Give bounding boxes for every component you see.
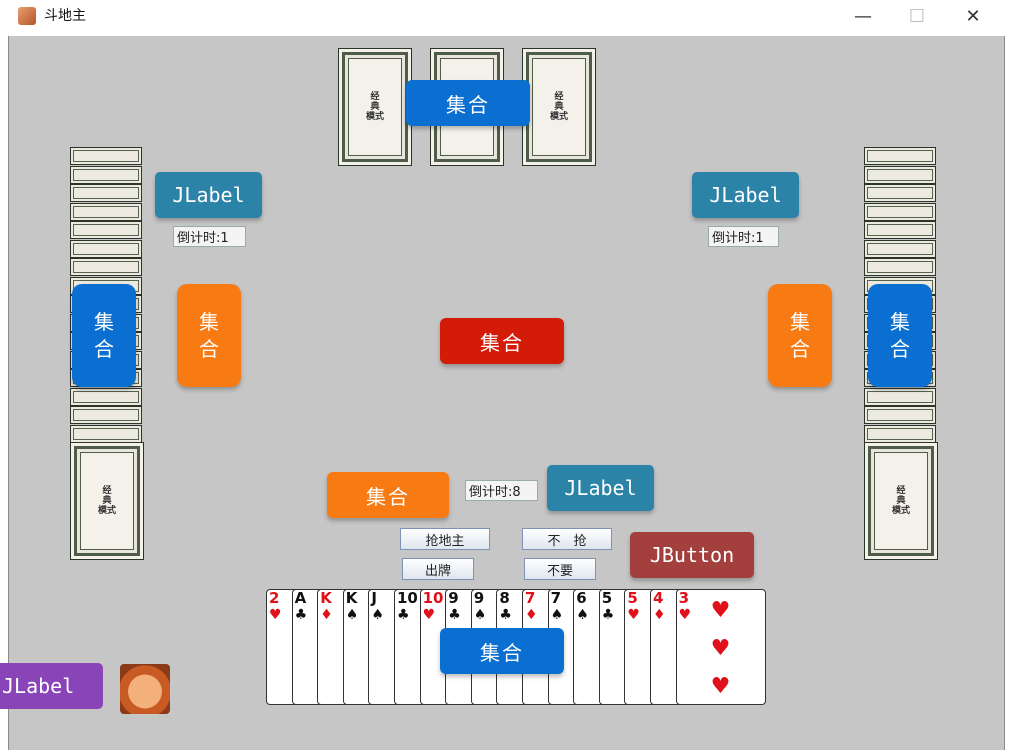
landlord-card-back-3: 经典模式 — [522, 48, 596, 166]
card-suit-icon: ♣ — [601, 607, 615, 623]
top-jihe-button[interactable]: 集合 — [406, 80, 530, 126]
opponent-card-back — [864, 147, 936, 165]
card-pip-icon: ♥ — [710, 598, 731, 623]
right-orange-jihe-button[interactable]: 集 合 — [768, 284, 832, 387]
self-name-label: JLabel — [547, 465, 654, 511]
card-rank: 9 — [473, 589, 485, 607]
card-suit-icon: ♠ — [576, 607, 589, 623]
card-suit-icon: ♠ — [345, 607, 359, 623]
minimize-button[interactable]: — — [836, 0, 890, 32]
right-stack-bottom-card: 经典模式 — [864, 442, 938, 560]
card-rank: 8 — [499, 589, 510, 607]
opponent-card-back — [70, 202, 142, 221]
card-rank: K — [345, 589, 358, 607]
card-rank: J — [371, 589, 377, 607]
card-suit-icon: ♣ — [397, 607, 410, 623]
opponent-card-back — [70, 184, 142, 202]
opponent-card-back — [70, 239, 142, 258]
right-blue-jihe-button[interactable]: 集 合 — [868, 284, 932, 387]
right-player-countdown: 倒计时:1 — [708, 226, 779, 247]
grab-landlord-button[interactable]: 抢地主 — [400, 528, 490, 550]
opponent-card-back — [864, 202, 936, 221]
left-blue-jihe-button[interactable]: 集 合 — [72, 284, 136, 387]
card-rank: 4 — [653, 589, 664, 607]
opponent-card-back — [70, 387, 142, 406]
hand-jihe-button[interactable]: 集合 — [440, 628, 564, 674]
left-player-countdown: 倒计时:1 — [173, 226, 246, 247]
opponent-card-back — [864, 184, 936, 202]
opponent-card-back — [864, 221, 936, 239]
window-title: 斗地主 — [44, 8, 86, 24]
self-orange-jihe-button[interactable]: 集合 — [327, 472, 449, 518]
maximize-button[interactable]: ☐ — [890, 0, 944, 32]
card-suit-icon: ♥ — [678, 607, 692, 623]
opponent-card-back — [70, 424, 142, 443]
opponent-card-back — [864, 258, 936, 276]
card-suit-icon: ♠ — [473, 607, 487, 623]
right-player-name-label: JLabel — [692, 172, 799, 218]
app-icon — [18, 7, 36, 25]
card-suit-icon: ♦ — [320, 607, 333, 623]
card-suit-icon: ♦ — [525, 607, 538, 623]
hand-card[interactable]: 3 ♥ ♥ ♥ ♥ — [675, 589, 766, 705]
opponent-card-back — [864, 239, 936, 258]
card-suit-icon: ♣ — [499, 607, 512, 623]
card-rank: 5 — [627, 589, 638, 607]
card-rank: 3 — [678, 589, 690, 607]
card-suit-icon: ♥ — [627, 607, 640, 623]
opponent-card-back — [864, 406, 936, 424]
card-rank: 6 — [576, 589, 587, 607]
opponent-card-back — [70, 221, 142, 239]
self-countdown: 倒计时:8 — [465, 480, 538, 501]
card-pip-icon: ♥ — [710, 636, 731, 661]
card-suit-icon: ♥ — [422, 607, 436, 623]
self-player-label: JLabel — [0, 663, 103, 709]
card-rank: 7 — [550, 589, 562, 607]
card-rank: 5 — [601, 589, 613, 607]
card-rank: 2 — [269, 589, 280, 607]
player-avatar — [120, 664, 170, 714]
opponent-card-back — [70, 406, 142, 424]
left-stack-bottom-card: 经典模式 — [70, 442, 144, 560]
card-rank: A — [294, 589, 307, 607]
pass-button[interactable]: 不要 — [524, 558, 596, 580]
card-rank: 9 — [448, 589, 459, 607]
opponent-card-back — [70, 147, 142, 165]
card-suit-icon: ♣ — [448, 607, 461, 623]
opponent-card-back — [70, 258, 142, 276]
no-grab-button[interactable]: 不 抢 — [522, 528, 612, 550]
landlord-card-back-1: 经典模式 — [338, 48, 412, 166]
play-cards-button[interactable]: 出牌 — [402, 558, 474, 580]
card-pip-icon: ♥ — [710, 674, 731, 699]
card-suit-icon: ♥ — [269, 607, 282, 623]
card-rank: 10 — [422, 589, 444, 607]
card-suit-icon: ♦ — [653, 607, 666, 623]
card-suit-icon: ♣ — [294, 607, 308, 623]
card-suit-icon: ♠ — [371, 607, 384, 623]
jbutton[interactable]: JButton — [630, 532, 754, 578]
left-orange-jihe-button[interactable]: 集 合 — [177, 284, 241, 387]
opponent-card-back — [864, 165, 936, 184]
close-button[interactable]: ✕ — [946, 0, 1000, 32]
opponent-card-back — [70, 165, 142, 184]
opponent-card-back — [864, 424, 936, 443]
card-rank: K — [320, 589, 332, 607]
card-rank: 10 — [397, 589, 418, 607]
card-rank: 7 — [525, 589, 536, 607]
opponent-card-back — [864, 387, 936, 406]
center-red-jihe-button[interactable]: 集合 — [440, 318, 564, 364]
left-player-name-label: JLabel — [155, 172, 262, 218]
card-suit-icon: ♠ — [550, 607, 564, 623]
